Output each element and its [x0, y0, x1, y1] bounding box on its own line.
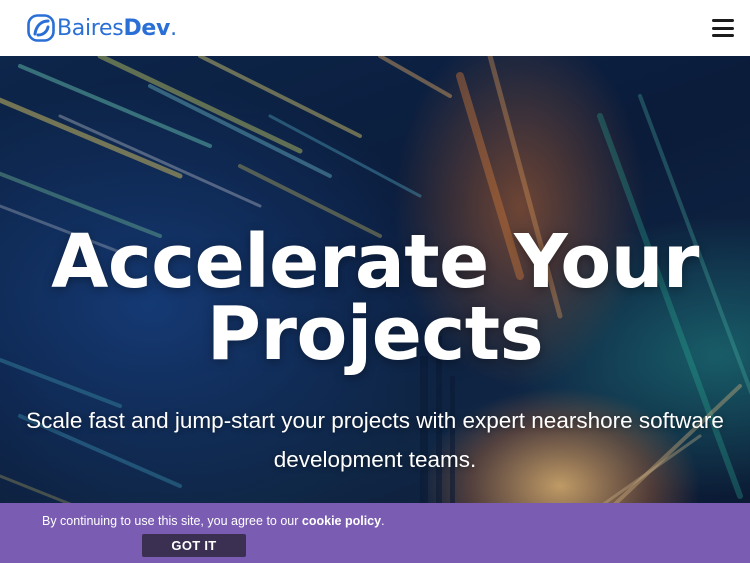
menu-bar-bottom [712, 34, 734, 37]
logo-prefix: Baires [57, 15, 124, 41]
logo-dot: . [170, 15, 177, 41]
hero-title: Accelerate Your Projects [0, 225, 750, 371]
hero-title-line-2: Projects [206, 291, 544, 377]
got-it-button[interactable]: GOT IT [142, 534, 246, 557]
cookie-consent-bar: By continuing to use this site, you agre… [0, 503, 750, 563]
logo-mark-icon [27, 14, 55, 42]
menu-bar-top [712, 19, 734, 22]
hero-subtitle: Scale fast and jump-start your projects … [26, 408, 724, 472]
cookie-policy-link[interactable]: cookie policy [302, 514, 381, 528]
menu-bar-middle [712, 26, 734, 30]
logo-bold: Dev [123, 15, 171, 41]
cookie-message: By continuing to use this site, you agre… [42, 514, 385, 528]
cookie-message-suffix: . [381, 514, 385, 528]
hero-section: Accelerate Your Projects Scale fast and … [0, 56, 750, 563]
site-header: BairesDev. [0, 0, 750, 56]
hamburger-menu-icon[interactable] [712, 19, 734, 37]
logo-wordmark: BairesDev. [57, 16, 177, 41]
cookie-message-text: By continuing to use this site, you agre… [42, 514, 302, 528]
bairesdev-logo[interactable]: BairesDev. [27, 13, 177, 43]
